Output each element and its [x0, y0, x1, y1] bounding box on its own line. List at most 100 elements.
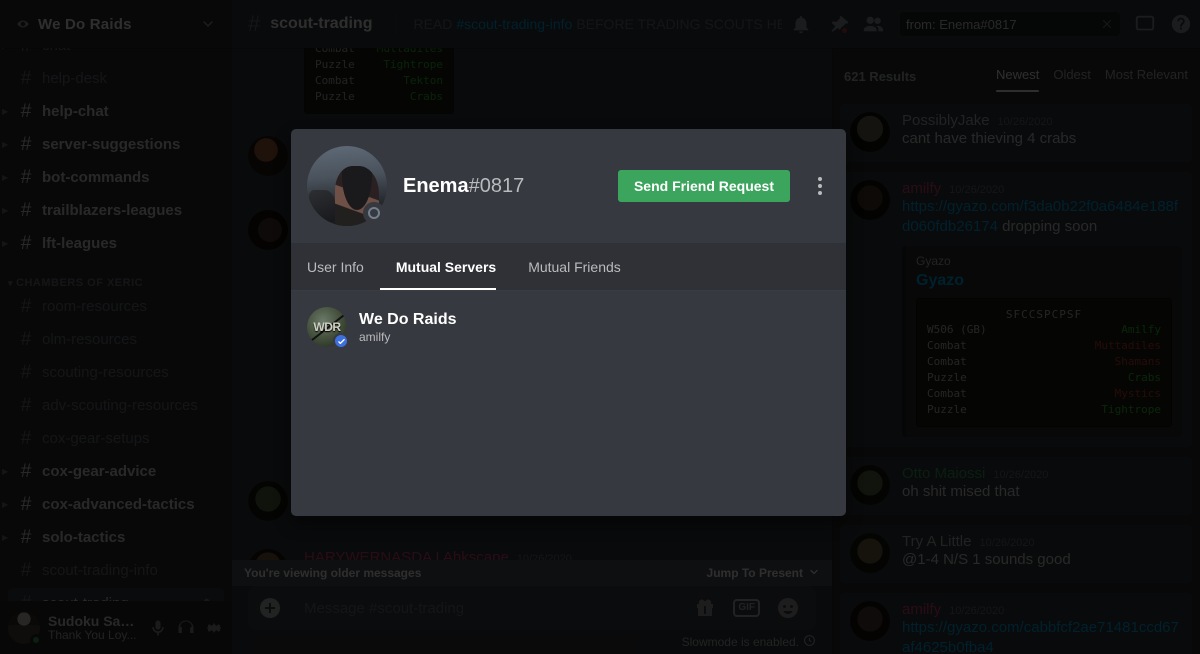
gear-icon[interactable] — [204, 618, 224, 638]
chevron-down-icon[interactable] — [200, 16, 216, 32]
gif-button[interactable]: GIF — [733, 599, 760, 617]
dot — [818, 191, 822, 195]
add-person-icon[interactable] — [200, 596, 216, 601]
chevron-right-icon[interactable]: ▶ — [2, 206, 10, 215]
search-result-author[interactable]: amilfy — [902, 601, 941, 618]
avatar[interactable] — [850, 533, 890, 574]
pin-icon[interactable] — [826, 13, 849, 35]
scout-key: Puzzle — [927, 403, 967, 417]
close-icon[interactable] — [1100, 17, 1114, 31]
gift-icon[interactable] — [693, 596, 717, 620]
search-result-item[interactable]: amilfy 10/26/2020 https://gyazo.com/cabbfc… — [840, 593, 1192, 654]
hash-icon: # — [20, 395, 32, 416]
profile-tab-user-info[interactable]: User Info — [307, 243, 380, 290]
channel-topic[interactable]: READ #scout-trading-info BEFORE TRADING … — [413, 15, 782, 33]
guild-header[interactable]: We Do Raids — [0, 0, 232, 48]
channel-name: trailblazers-leagues — [42, 202, 183, 219]
search-result-author[interactable]: PossiblyJake — [902, 112, 990, 129]
channel-category[interactable]: ▾ CHAMBERS OF XERIC — [2, 277, 224, 289]
scout-row: Combat Shamans — [927, 354, 1161, 370]
message-composer[interactable]: Message #scout-trading GIF — [248, 586, 816, 630]
members-icon[interactable] — [862, 13, 884, 35]
chevron-right-icon[interactable]: ▶ — [2, 239, 10, 248]
sidebar-channel-chat[interactable]: ▶ # chat — [2, 48, 224, 61]
inbox-icon[interactable] — [1134, 13, 1156, 35]
search-sort-tab-newest[interactable]: Newest — [995, 67, 1040, 92]
mutual-server-row[interactable]: WDR We Do Raids amilfy — [307, 303, 830, 351]
divider — [396, 12, 398, 36]
sidebar-channel-cox-advanced-tactics[interactable]: ▶ # cox-advanced-tactics — [2, 489, 224, 520]
avatar[interactable] — [248, 135, 288, 176]
sidebar-channel-solo-tactics[interactable]: ▶ # solo-tactics — [2, 522, 224, 553]
message-input[interactable]: Message #scout-trading — [304, 600, 681, 617]
sidebar-channel-trailblazers-leagues[interactable]: ▶ # trailblazers-leagues — [2, 195, 224, 226]
search-result-item[interactable]: amilfy 10/26/2020 https://gyazo.com/f3da0b… — [840, 172, 1192, 448]
search-sort-tabs: Newest Oldest Most Relevant — [995, 67, 1188, 92]
sidebar-channel-scout-trading-info[interactable]: # scout-trading-info — [8, 555, 224, 586]
search-result-item[interactable]: Try A Little 10/26/2020 @1-4 N/S 1 sounds … — [840, 525, 1192, 584]
hash-icon: # — [20, 200, 32, 221]
sidebar-channel-room-resources[interactable]: # room-resources — [8, 291, 224, 322]
search-results-list[interactable]: PossiblyJake 10/26/2020 cant have thieving… — [832, 104, 1200, 654]
chevron-right-icon[interactable]: ▶ — [2, 173, 10, 182]
avatar[interactable] — [248, 209, 288, 250]
slowmode-notice: Slowmode is enabled. — [232, 630, 832, 654]
embed-title[interactable]: Gyazo — [916, 272, 1172, 290]
mutual-server-texts: We Do Raids amilfy — [359, 310, 457, 345]
search-input[interactable]: from: Enema#0817 — [900, 12, 1120, 36]
sidebar-channel-adv-scouting-resources[interactable]: # adv-scouting-resources — [8, 390, 224, 421]
user-panel-text: Sudoku Saaya Thank You Loy... — [48, 613, 140, 643]
dot — [818, 184, 822, 188]
sidebar-channel-cox-gear-setups[interactable]: # cox-gear-setups — [8, 423, 224, 454]
avatar[interactable] — [850, 112, 890, 152]
search-sort-tab-oldest[interactable]: Oldest — [1053, 67, 1091, 86]
search-result-author[interactable]: amilfy — [902, 180, 941, 197]
search-result-author[interactable]: Try A Little — [902, 533, 971, 550]
search-result-item[interactable]: PossiblyJake 10/26/2020 cant have thieving… — [840, 104, 1192, 162]
chevron-right-icon[interactable]: ▶ — [2, 467, 10, 476]
sidebar-channel-help-chat[interactable]: ▶ # help-chat — [2, 96, 224, 127]
more-options-icon[interactable] — [810, 170, 830, 202]
avatar[interactable] — [248, 548, 288, 560]
sidebar-channel-server-suggestions[interactable]: ▶ # server-suggestions — [2, 129, 224, 160]
avatar[interactable] — [8, 611, 42, 646]
message-timestamp: 10/26/2020 — [516, 552, 572, 560]
sidebar-channel-cox-gear-advice[interactable]: ▶ # cox-gear-advice — [2, 456, 224, 487]
sidebar-channel-olm-resources[interactable]: # olm-resources — [8, 324, 224, 355]
profile-tab-mutual-servers[interactable]: Mutual Servers — [379, 243, 512, 290]
sidebar-channel-scout-trading[interactable]: # scout-trading — [8, 588, 224, 601]
chevron-right-icon[interactable]: ▶ — [2, 140, 10, 149]
sidebar-channel-lft-leagues[interactable]: ▶ # lft-leagues — [2, 228, 224, 259]
topic-channel-link[interactable]: #scout-trading-info — [456, 16, 572, 32]
avatar[interactable] — [850, 601, 890, 642]
profile-tab-mutual-friends[interactable]: Mutual Friends — [512, 243, 637, 290]
add-attachment-icon[interactable] — [248, 596, 292, 620]
jump-to-present-button[interactable]: Jump To Present — [707, 566, 820, 581]
send-friend-request-button[interactable]: Send Friend Request — [617, 170, 790, 202]
discord-app-window: We Do Raids ▶#chat#help-desk▶#help-chat▶… — [0, 0, 1200, 654]
avatar[interactable] — [850, 465, 890, 506]
message-link[interactable]: https://gyazo.com/cabbfcf2ae71481ccd67af… — [902, 619, 1179, 654]
emoji-icon[interactable] — [776, 596, 800, 620]
search-result-timestamp: 10/26/2020 — [993, 469, 1049, 482]
sidebar-channel-scouting-resources[interactable]: # scouting-resources — [8, 357, 224, 388]
avatar[interactable] — [850, 180, 890, 220]
chevron-right-icon[interactable]: ▶ — [2, 533, 10, 542]
microphone-icon[interactable] — [148, 618, 168, 638]
chevron-right-icon[interactable]: ▶ — [2, 500, 10, 509]
scout-row: Combat Tekton — [315, 73, 443, 89]
search-sort-tab-most-relevant[interactable]: Most Relevant — [1105, 67, 1188, 86]
sidebar-channel-bot-commands[interactable]: ▶ # bot-commands — [2, 162, 224, 193]
chevron-right-icon[interactable]: ▶ — [2, 48, 10, 50]
headphones-icon[interactable] — [176, 618, 196, 638]
scout-key: Combat — [927, 387, 967, 401]
avatar[interactable] — [307, 146, 387, 226]
chevron-right-icon[interactable]: ▶ — [2, 107, 10, 116]
avatar[interactable] — [248, 480, 288, 521]
bell-icon[interactable] — [790, 13, 812, 35]
message-author[interactable]: HARYWERNASDA I Ahkscape — [304, 549, 509, 560]
help-icon[interactable] — [1170, 13, 1192, 35]
search-result-author[interactable]: Otto Maiossi — [902, 465, 985, 482]
sidebar-channel-help-desk[interactable]: # help-desk — [8, 63, 224, 94]
search-result-item[interactable]: Otto Maiossi 10/26/2020 oh shit mised that — [840, 457, 1192, 516]
